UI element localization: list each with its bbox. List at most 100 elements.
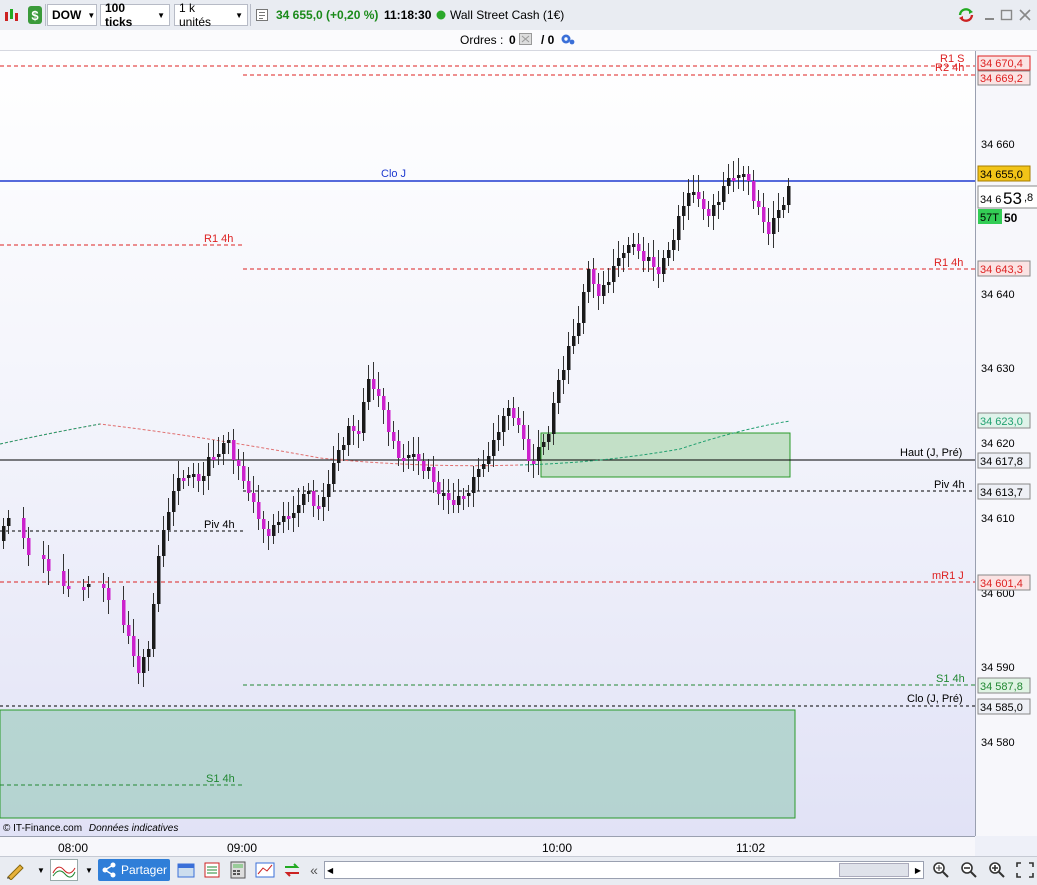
candle-body xyxy=(192,474,196,477)
ticks-select[interactable]: 100 ticks ▼ xyxy=(100,1,170,29)
bottom-toolbar: ▼ ▼ Partager « ◀ ▶ xyxy=(0,856,1037,885)
order-ticket-icon[interactable] xyxy=(519,33,533,49)
candle-body xyxy=(507,408,511,416)
candle-body xyxy=(552,403,556,434)
haut-label: Haut (J, Pré) xyxy=(900,447,962,459)
candles xyxy=(2,158,791,687)
bid-suffix: ,8 xyxy=(1024,192,1033,204)
window-icon[interactable] xyxy=(176,860,196,880)
candle-body xyxy=(362,402,366,433)
candle-body xyxy=(152,604,156,649)
candle-body xyxy=(607,282,611,285)
candle-body xyxy=(137,656,141,673)
chart-window-icon[interactable] xyxy=(254,860,276,880)
settings-gear-icon[interactable] xyxy=(559,32,575,49)
chevron-down-icon[interactable]: ▼ xyxy=(84,863,94,877)
price-tick-label: 34 630 xyxy=(981,363,1015,375)
candle-body xyxy=(267,529,271,536)
tag-s1-4h-value: 34 587,8 xyxy=(980,681,1023,693)
fullscreen-icon[interactable] xyxy=(1014,860,1036,880)
candle-body xyxy=(357,431,361,434)
candle-body xyxy=(577,323,581,336)
price-tick-label: 34 580 xyxy=(981,737,1015,749)
candle-body xyxy=(277,522,281,525)
sync-icon[interactable] xyxy=(956,4,976,26)
orders-bar: Ordres : 0 / 0 xyxy=(0,30,1037,51)
tag-clo-j-value: 34 655,0 xyxy=(980,169,1023,181)
candle-body xyxy=(107,588,111,600)
candle-body xyxy=(252,493,256,502)
candle-body xyxy=(487,456,491,464)
chart-type-icon[interactable] xyxy=(3,4,19,26)
candle-body xyxy=(757,201,761,207)
horizontal-scrollbar[interactable]: ◀ ▶ xyxy=(324,861,924,879)
candle-body xyxy=(132,636,136,656)
candle-body xyxy=(617,258,621,266)
price-tick-label: 34 590 xyxy=(981,662,1015,674)
supply-zone xyxy=(540,432,791,478)
piv-4h-left-label: Piv 4h xyxy=(204,519,235,531)
layout-icon[interactable] xyxy=(202,860,222,880)
candle-body xyxy=(347,426,351,445)
instrument-select[interactable]: DOW ▼ xyxy=(47,4,97,26)
mr1-j-label: mR1 J xyxy=(932,570,964,582)
units-select[interactable]: 1 k unités ▼ xyxy=(174,1,248,29)
candle-body xyxy=(787,186,791,205)
transfer-icon[interactable] xyxy=(282,860,302,880)
candle-body xyxy=(727,178,731,186)
candle-body xyxy=(742,174,746,177)
share-button[interactable]: Partager xyxy=(98,859,170,881)
candle-body xyxy=(377,389,381,396)
dollar-icon[interactable]: $ xyxy=(27,4,43,26)
candle-body xyxy=(352,426,356,431)
candle-body xyxy=(612,266,616,282)
candle-body xyxy=(272,525,276,536)
minimize-icon[interactable] xyxy=(983,4,997,26)
r1-4h-left-label: R1 4h xyxy=(204,233,233,245)
draw-pencil-icon[interactable] xyxy=(4,859,28,881)
candle-body xyxy=(712,205,716,216)
candle-body xyxy=(762,207,766,222)
maximize-icon[interactable] xyxy=(1000,4,1014,26)
candle-body xyxy=(237,460,241,466)
candle-body xyxy=(652,257,656,267)
instrument-label: DOW xyxy=(52,8,82,22)
tag-piv-4h-value: 34 613,7 xyxy=(980,487,1023,499)
candle-body xyxy=(452,500,456,505)
chart-area[interactable]: R1 S R2 4h Clo J R1 4h R1 4h Haut (J, Pr… xyxy=(0,51,975,836)
candle-body xyxy=(622,253,626,258)
candle-body xyxy=(217,454,221,457)
scroll-left-icon[interactable]: ◀ xyxy=(325,866,333,875)
candle-body xyxy=(777,210,781,218)
price-tick-label: 34 660 xyxy=(981,139,1015,151)
candle-body xyxy=(567,346,571,370)
info-icon[interactable] xyxy=(256,4,268,26)
zoom-fit-icon[interactable] xyxy=(930,860,952,880)
candle-body xyxy=(372,379,376,389)
scrollbar-thumb[interactable] xyxy=(838,863,909,877)
candle-body xyxy=(562,370,566,380)
calculator-icon[interactable] xyxy=(228,860,248,880)
candle-body xyxy=(297,505,301,513)
candle-body xyxy=(467,493,471,496)
zoom-in-icon[interactable] xyxy=(986,860,1008,880)
candle-body xyxy=(682,206,686,216)
candle-body xyxy=(337,450,341,463)
candle-body xyxy=(482,464,486,469)
candle-body xyxy=(307,491,311,494)
candle-body xyxy=(472,477,476,493)
candle-body xyxy=(522,425,526,439)
candle-body xyxy=(177,478,181,491)
ma-red-line xyxy=(0,423,521,467)
candle-body xyxy=(662,258,666,274)
scroll-right-icon[interactable]: ▶ xyxy=(915,866,923,875)
close-icon[interactable] xyxy=(1018,4,1032,26)
indicator-icon[interactable] xyxy=(50,859,78,881)
time-axis[interactable]: 08:00 09:00 10:00 11:02 xyxy=(0,836,975,857)
bid-prefix: 34 6 xyxy=(980,194,1001,206)
candle-body xyxy=(302,494,306,505)
zoom-out-icon[interactable] xyxy=(958,860,980,880)
price-axis[interactable]: 34 660 34 640 34 630 34 620 34 610 34 60… xyxy=(975,51,1037,836)
chevron-down-icon[interactable]: ▼ xyxy=(36,863,46,877)
scroll-left-double-icon[interactable]: « xyxy=(306,860,322,880)
